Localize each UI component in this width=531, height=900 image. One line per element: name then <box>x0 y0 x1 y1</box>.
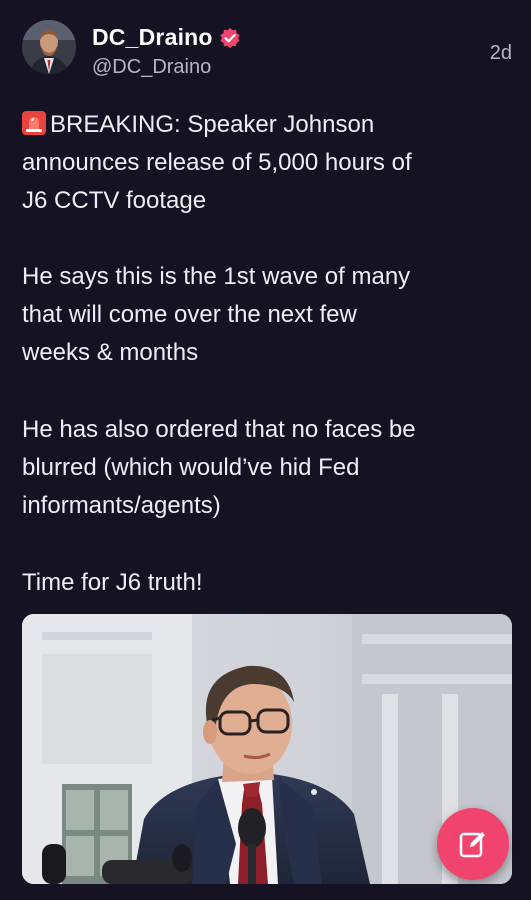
verified-badge-icon <box>219 27 241 49</box>
avatar[interactable] <box>22 20 76 74</box>
post-line: weeks & months <box>22 339 199 366</box>
post-paragraph-4: Time for J6 truth! <box>22 564 512 602</box>
author-name-text: DC_Draino <box>92 24 213 50</box>
post-paragraph-2: He says this is the 1st wave of many tha… <box>22 258 512 372</box>
post-header: DC_Draino @DC_Draino 2d <box>22 20 512 80</box>
author-name[interactable]: DC_Draino <box>92 24 241 51</box>
post-line: BREAKING: Speaker Johnson <box>22 106 512 144</box>
compose-button[interactable] <box>437 808 509 880</box>
post-line: informants/agents) <box>22 492 221 519</box>
post-line: blurred (which would’ve hid Fed <box>22 454 360 481</box>
post-line: He has also ordered that no faces be <box>22 416 416 443</box>
post-paragraph-1: BREAKING: Speaker Johnson announces rele… <box>22 106 512 220</box>
post-paragraph-3: He has also ordered that no faces be blu… <box>22 411 512 525</box>
compose-icon <box>459 832 485 858</box>
post-timestamp[interactable]: 2d <box>490 42 512 65</box>
post-line: that will come over the next few <box>22 301 357 328</box>
author-handle[interactable]: @DC_Draino <box>92 56 211 79</box>
post-card: DC_Draino @DC_Draino 2d BREAKING: Speake… <box>0 0 531 900</box>
post-line: He says this is the 1st wave of many <box>22 263 411 290</box>
rotating-light-icon <box>22 109 46 135</box>
post-text: BREAKING: Speaker Johnson <box>50 111 375 138</box>
avatar-photo-icon <box>22 20 76 74</box>
post-line: J6 CCTV footage <box>22 187 207 214</box>
post-line: announces release of 5,000 hours of <box>22 149 412 176</box>
post-line: Time for J6 truth! <box>22 569 203 596</box>
